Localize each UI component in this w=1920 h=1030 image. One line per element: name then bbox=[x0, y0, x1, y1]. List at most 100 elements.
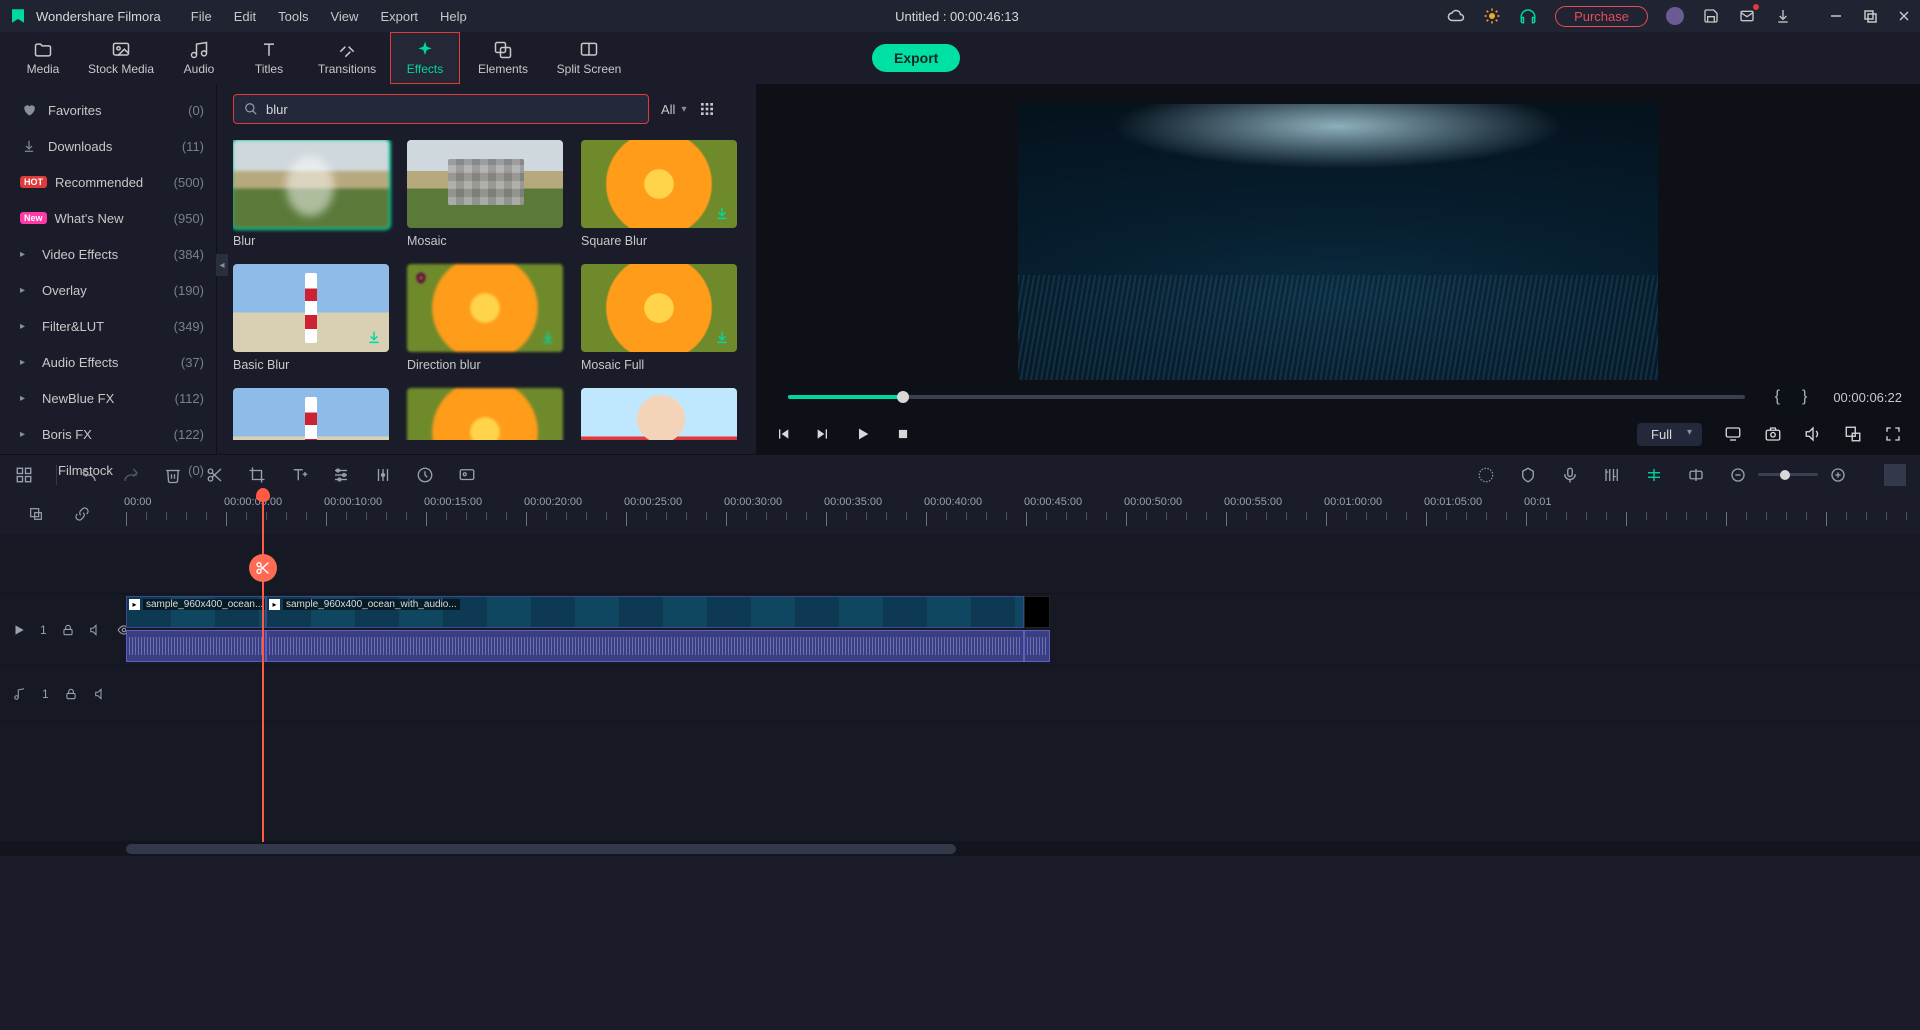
link-icon[interactable] bbox=[74, 506, 90, 522]
effect-thumbnail[interactable] bbox=[407, 388, 563, 440]
purchase-button[interactable]: Purchase bbox=[1555, 6, 1648, 27]
tab-titles[interactable]: Titles bbox=[234, 32, 304, 84]
sidebar-item[interactable]: Favorites(0) bbox=[0, 92, 216, 128]
sidebar-item[interactable]: ▸Video Effects(384) bbox=[0, 236, 216, 272]
preview-quality-dropdown[interactable]: Full bbox=[1637, 423, 1702, 446]
sidebar-item[interactable]: ▸Boris FX(122) bbox=[0, 416, 216, 452]
detach-preview-icon[interactable] bbox=[1844, 425, 1862, 443]
playhead-grip-icon[interactable] bbox=[256, 488, 270, 502]
stop-icon[interactable] bbox=[894, 425, 912, 443]
tab-effects[interactable]: Effects bbox=[390, 32, 460, 84]
zoom-slider[interactable] bbox=[1758, 473, 1818, 476]
speed-icon[interactable] bbox=[415, 465, 435, 485]
sidebar-item[interactable]: ▸Filter&LUT(349) bbox=[0, 308, 216, 344]
playhead-split-icon[interactable] bbox=[249, 554, 277, 582]
auto-ripple-icon[interactable] bbox=[1644, 465, 1664, 485]
volume-icon[interactable] bbox=[1804, 425, 1822, 443]
fullscreen-icon[interactable] bbox=[1884, 425, 1902, 443]
timeline-clip[interactable]: ▸sample_960x400_ocean... bbox=[126, 596, 266, 628]
effects-search-input[interactable] bbox=[266, 102, 638, 117]
render-icon[interactable] bbox=[1476, 465, 1496, 485]
sidebar-item[interactable]: ▸Overlay(190) bbox=[0, 272, 216, 308]
zoom-out-icon[interactable] bbox=[1728, 465, 1748, 485]
sidebar-collapse-handle[interactable]: ◂ bbox=[216, 254, 228, 276]
account-avatar[interactable] bbox=[1666, 7, 1684, 25]
undo-icon[interactable] bbox=[79, 465, 99, 485]
effect-thumbnail[interactable] bbox=[407, 140, 563, 228]
mark-in-button[interactable]: { bbox=[1769, 388, 1786, 406]
support-icon[interactable] bbox=[1519, 7, 1537, 25]
sidebar-item[interactable]: ▸NewBlue FX(112) bbox=[0, 380, 216, 416]
effect-thumbnail[interactable] bbox=[581, 264, 737, 352]
effect-thumbnail[interactable] bbox=[233, 264, 389, 352]
timeline-ruler[interactable]: 00:0000:00:05:0000:00:10:0000:00:15:0000… bbox=[0, 494, 1920, 534]
mute-icon[interactable] bbox=[93, 686, 109, 702]
window-close-icon[interactable] bbox=[1896, 8, 1912, 24]
crop-icon[interactable] bbox=[247, 465, 267, 485]
save-icon[interactable] bbox=[1702, 7, 1720, 25]
layout-icon[interactable] bbox=[14, 465, 34, 485]
marker-icon[interactable] bbox=[1518, 465, 1538, 485]
tab-transitions[interactable]: Transitions bbox=[304, 32, 390, 84]
snap-icon[interactable] bbox=[1686, 465, 1706, 485]
lock-icon[interactable] bbox=[63, 686, 79, 702]
mute-icon[interactable] bbox=[89, 622, 103, 638]
timeline-playhead[interactable] bbox=[262, 494, 264, 842]
delete-icon[interactable] bbox=[163, 465, 183, 485]
effect-thumbnail[interactable] bbox=[407, 264, 563, 352]
timeline-clip[interactable] bbox=[1024, 596, 1050, 628]
view-grid-icon[interactable] bbox=[698, 100, 716, 118]
lock-icon[interactable] bbox=[61, 622, 75, 638]
menu-edit[interactable]: Edit bbox=[234, 9, 256, 24]
effect-card[interactable]: Direction blur bbox=[407, 264, 563, 372]
prev-frame-icon[interactable] bbox=[774, 425, 792, 443]
select-mode-icon[interactable] bbox=[28, 506, 44, 522]
effect-card[interactable]: Square Blur bbox=[581, 140, 737, 248]
tab-elements[interactable]: Elements bbox=[460, 32, 546, 84]
play-icon[interactable] bbox=[854, 425, 872, 443]
theme-icon[interactable] bbox=[1483, 7, 1501, 25]
display-icon[interactable] bbox=[1724, 425, 1742, 443]
sidebar-item[interactable]: ▸Audio Effects(37) bbox=[0, 344, 216, 380]
download-effect-icon[interactable] bbox=[539, 328, 557, 346]
effect-card[interactable] bbox=[407, 388, 563, 440]
effect-card[interactable]: Basic Blur bbox=[233, 264, 389, 372]
mail-icon[interactable] bbox=[1738, 7, 1756, 25]
menu-help[interactable]: Help bbox=[440, 9, 467, 24]
effects-filter-dropdown[interactable]: All ▾ bbox=[661, 102, 686, 117]
timeline-audio-clip[interactable] bbox=[126, 630, 266, 662]
window-minimize-icon[interactable] bbox=[1828, 8, 1844, 24]
effect-thumbnail[interactable] bbox=[233, 140, 389, 228]
tab-audio[interactable]: Audio bbox=[164, 32, 234, 84]
effect-thumbnail[interactable] bbox=[581, 388, 737, 440]
effect-card[interactable]: Mosaic Full bbox=[581, 264, 737, 372]
split-icon[interactable] bbox=[205, 465, 225, 485]
adjust-icon[interactable] bbox=[331, 465, 351, 485]
effect-card[interactable]: Mosaic bbox=[407, 140, 563, 248]
effect-thumbnail[interactable] bbox=[581, 140, 737, 228]
cloud-icon[interactable] bbox=[1447, 7, 1465, 25]
redo-icon[interactable] bbox=[121, 465, 141, 485]
effects-search-box[interactable] bbox=[233, 94, 649, 124]
menu-export[interactable]: Export bbox=[380, 9, 418, 24]
effect-thumbnail[interactable] bbox=[233, 388, 389, 440]
download-queue-icon[interactable] bbox=[1774, 7, 1792, 25]
next-frame-icon[interactable] bbox=[814, 425, 832, 443]
color-icon[interactable] bbox=[457, 465, 477, 485]
tab-media[interactable]: Media bbox=[8, 32, 78, 84]
tab-stock-media[interactable]: Stock Media bbox=[78, 32, 164, 84]
keyframe-icon[interactable] bbox=[373, 465, 393, 485]
download-effect-icon[interactable] bbox=[365, 328, 383, 346]
download-effect-icon[interactable] bbox=[713, 328, 731, 346]
sidebar-item[interactable]: HOTRecommended(500) bbox=[0, 164, 216, 200]
menu-tools[interactable]: Tools bbox=[278, 9, 308, 24]
track-view-toggle[interactable] bbox=[1884, 464, 1906, 486]
preview-viewport[interactable] bbox=[1018, 104, 1658, 380]
preview-seek-bar[interactable] bbox=[788, 395, 1745, 399]
window-maximize-icon[interactable] bbox=[1862, 8, 1878, 24]
audio-mixer-icon[interactable] bbox=[1602, 465, 1622, 485]
sidebar-item[interactable]: Downloads(11) bbox=[0, 128, 216, 164]
download-effect-icon[interactable] bbox=[713, 204, 731, 222]
timeline-audio-clip[interactable] bbox=[266, 630, 1024, 662]
timeline-horizontal-scrollbar[interactable] bbox=[0, 842, 1920, 856]
